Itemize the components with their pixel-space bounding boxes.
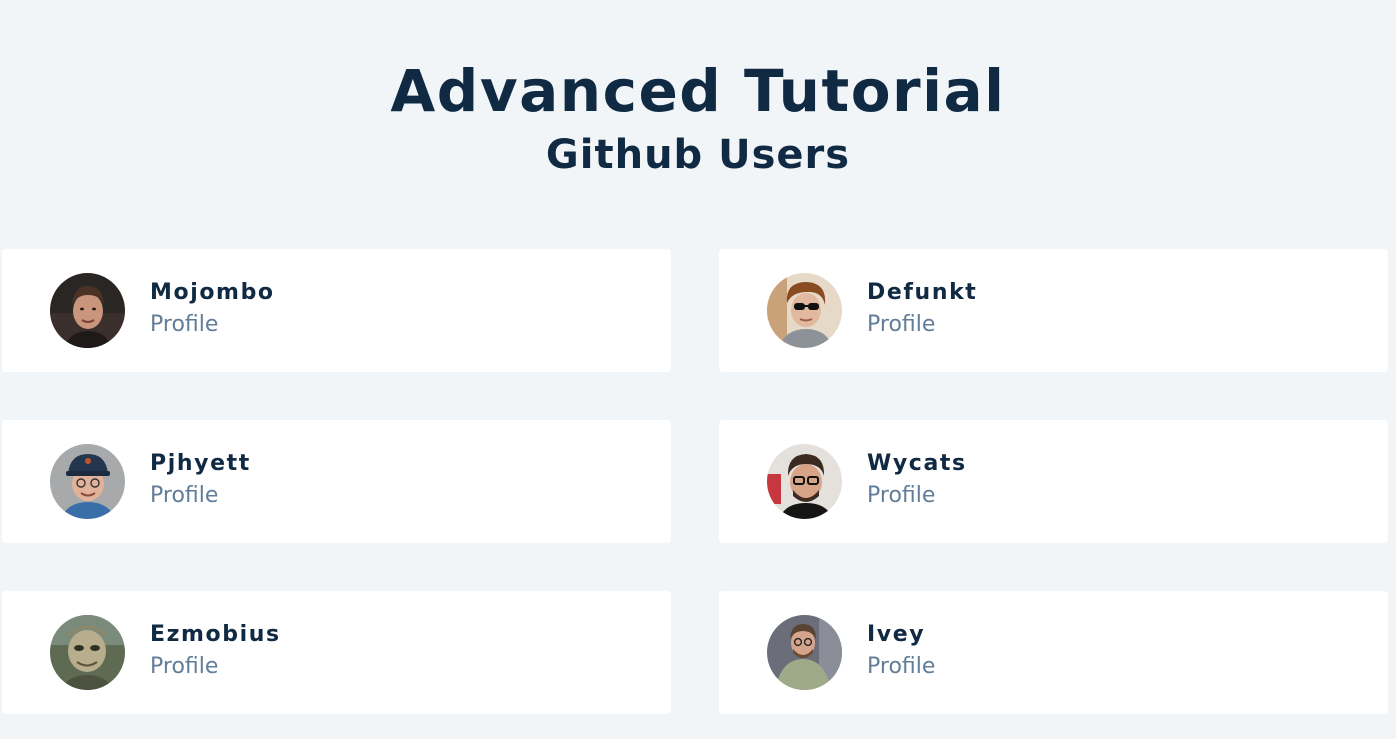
user-card-ivey: Ivey Profile (719, 591, 1388, 714)
profile-link[interactable]: Profile (867, 482, 967, 510)
avatar (50, 444, 125, 519)
user-name: Ivey (867, 622, 926, 647)
user-name: Mojombo (150, 280, 275, 305)
user-name: Defunkt (867, 280, 978, 305)
user-name: Pjhyett (150, 451, 251, 476)
avatar (50, 273, 125, 348)
avatar (767, 273, 842, 348)
user-card-pjhyett: Pjhyett Profile (2, 420, 671, 543)
users-grid: Mojombo Profile Defunkt Profile Pjhyett … (2, 249, 1388, 714)
page-subtitle: Github Users (545, 132, 851, 178)
profile-link[interactable]: Profile (150, 482, 251, 510)
user-card-wycats: Wycats Profile (719, 420, 1388, 543)
page-title: Advanced Tutorial (390, 57, 1006, 125)
profile-link[interactable]: Profile (867, 653, 935, 681)
avatar (767, 444, 842, 519)
profile-link[interactable]: Profile (867, 311, 977, 339)
user-name: Ezmobius (150, 622, 281, 647)
user-card-defunkt: Defunkt Profile (719, 249, 1388, 372)
user-card-mojombo: Mojombo Profile (2, 249, 671, 372)
avatar (50, 615, 125, 690)
user-card-ezmobius: Ezmobius Profile (2, 591, 671, 714)
user-name: Wycats (867, 451, 967, 476)
page-header: Advanced Tutorial Github Users (0, 56, 1396, 182)
profile-link[interactable]: Profile (150, 653, 281, 681)
profile-link[interactable]: Profile (150, 311, 275, 339)
avatar (767, 615, 842, 690)
